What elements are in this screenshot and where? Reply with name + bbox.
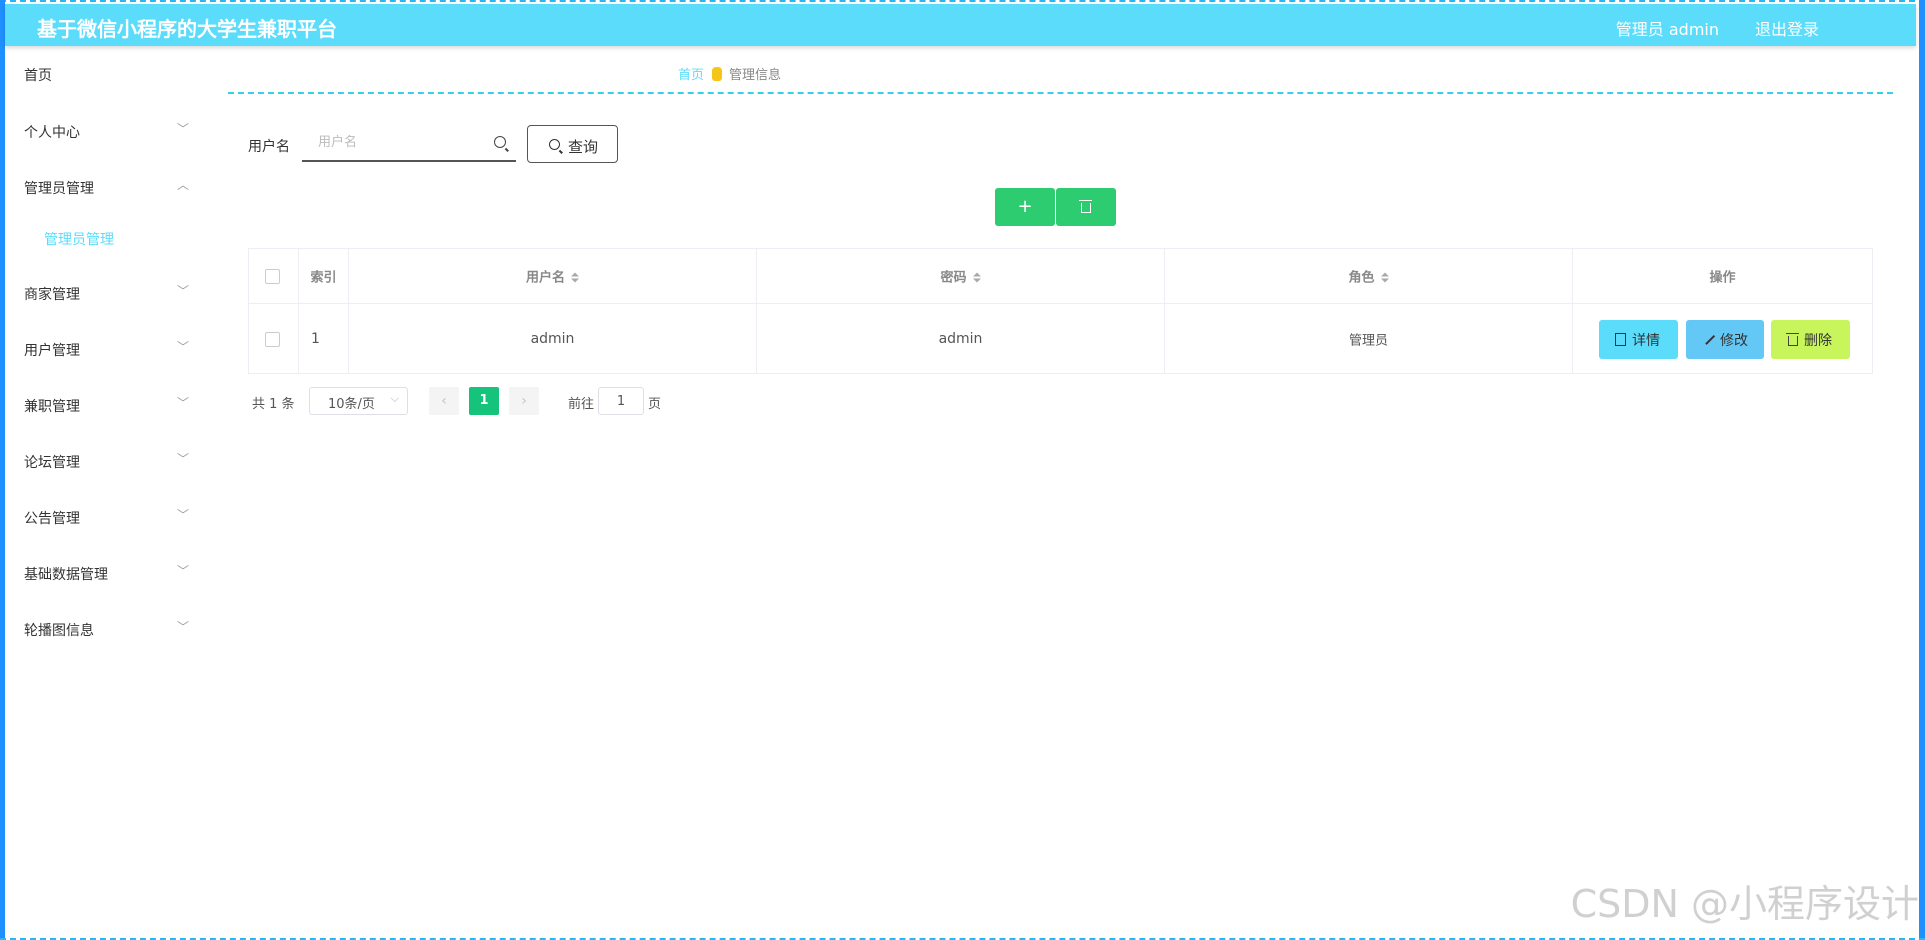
chevron-down-icon: ﹀ [176, 340, 189, 354]
sidebar-item-carousel[interactable]: 轮播图信息 ﹀ [24, 618, 189, 642]
cell-username: admin [349, 304, 757, 374]
sidebar: 首页 个人中心 ﹀ 管理员管理 ︿ 管理员管理 商家管理 ﹀ 用户管理 ﹀ 兼职… [5, 46, 190, 936]
goto-unit: 页 [648, 397, 662, 412]
select-all-checkbox[interactable] [265, 269, 280, 284]
detail-button-label: 详情 [1632, 333, 1660, 349]
goto-page-input[interactable] [598, 387, 644, 415]
breadcrumb-divider [228, 92, 1893, 94]
next-page-button[interactable]: › [509, 387, 539, 415]
sort-icon[interactable] [571, 272, 579, 283]
sidebar-item-basedata[interactable]: 基础数据管理 ﹀ [24, 562, 189, 586]
cell-index: 1 [299, 304, 349, 374]
detail-button[interactable]: 详情 [1599, 320, 1678, 359]
column-header-label: 角色 [1348, 270, 1375, 286]
frame-bottom-border [0, 936, 1925, 940]
sidebar-item-label: 公告管理 [24, 511, 80, 527]
sidebar-item-forum[interactable]: 论坛管理 ﹀ [24, 450, 189, 474]
column-header-username[interactable]: 用户名 [349, 249, 757, 304]
sidebar-item-label: 个人中心 [24, 125, 80, 141]
sidebar-item-label: 论坛管理 [24, 455, 80, 471]
search-icon [494, 136, 506, 148]
sidebar-item-admin[interactable]: 管理员管理 ︿ [24, 176, 189, 200]
top-header: 基于微信小程序的大学生兼职平台 管理员 admin 退出登录 [5, 4, 1916, 46]
chevron-up-icon: ︿ [176, 178, 189, 192]
pencil-icon [1705, 334, 1715, 345]
search-input[interactable] [316, 134, 480, 151]
sidebar-subitem-admin-manage[interactable]: 管理员管理 [44, 229, 114, 249]
sidebar-item-label: 首页 [24, 68, 52, 84]
chevron-down-icon: ⌵ [390, 392, 399, 405]
logout-link[interactable]: 退出登录 [1755, 16, 1819, 40]
column-header-role[interactable]: 角色 [1165, 249, 1573, 304]
chevron-down-icon: ﹀ [176, 452, 189, 466]
sidebar-item-label: 兼职管理 [24, 399, 80, 415]
row-select-cell [249, 304, 299, 374]
batch-delete-button[interactable] [1056, 188, 1116, 226]
delete-button-label: 删除 [1804, 333, 1832, 349]
sidebar-item-parttime[interactable]: 兼职管理 ﹀ [24, 394, 189, 418]
breadcrumb-home[interactable]: 首页 [678, 68, 704, 83]
sort-icon[interactable] [1380, 272, 1389, 283]
chevron-down-icon: ﹀ [176, 122, 189, 136]
data-table: 索引 用户名 密码 角色 操作 1 admin admin 管理员 详情 修改 [248, 248, 1873, 374]
edit-button[interactable]: 修改 [1686, 320, 1764, 359]
trash-icon [1079, 200, 1092, 213]
sidebar-item-label: 轮播图信息 [24, 623, 94, 639]
sidebar-item-personal[interactable]: 个人中心 ﹀ [24, 120, 189, 144]
current-page-button[interactable]: 1 [469, 387, 499, 415]
search-field[interactable] [302, 126, 516, 162]
header-select-cell [249, 249, 299, 304]
query-button-label: 查询 [568, 138, 599, 156]
document-icon [1615, 333, 1626, 346]
edit-button-label: 修改 [1720, 333, 1748, 349]
delete-button[interactable]: 删除 [1771, 320, 1850, 359]
cell-actions: 详情 修改 删除 [1573, 304, 1872, 374]
search-icon [549, 139, 560, 150]
frame-right-border [1919, 0, 1925, 940]
column-header-actions: 操作 [1573, 249, 1872, 304]
column-header-label: 密码 [940, 270, 967, 286]
app-title: 基于微信小程序的大学生兼职平台 [37, 17, 337, 41]
sort-icon[interactable] [972, 272, 981, 283]
sidebar-item-user[interactable]: 用户管理 ﹀ [24, 338, 189, 362]
trash-icon [1786, 333, 1799, 346]
prev-page-button[interactable]: ‹ [429, 387, 459, 415]
watermark: CSDN @小程序设计 [1570, 882, 1919, 926]
sidebar-item-label: 商家管理 [24, 287, 80, 303]
chevron-down-icon: ﹀ [176, 620, 189, 634]
column-header-password[interactable]: 密码 [757, 249, 1165, 304]
sidebar-item-label: 基础数据管理 [24, 567, 108, 583]
cell-password: admin [757, 304, 1165, 374]
chevron-down-icon: ﹀ [176, 564, 189, 578]
page-size-value: 10条/页 [328, 397, 375, 412]
column-header-label: 用户名 [525, 270, 565, 286]
sidebar-item-label: 管理员管理 [24, 181, 94, 197]
sidebar-item-home[interactable]: 首页 [24, 63, 189, 87]
goto-label: 前往 [568, 397, 595, 412]
chevron-down-icon: ﹀ [176, 396, 189, 410]
pagination-total: 共 1 条 [252, 397, 295, 412]
breadcrumb: 首页 管理信息 [678, 64, 781, 83]
sidebar-item-notice[interactable]: 公告管理 ﹀ [24, 506, 189, 530]
add-button[interactable]: + [995, 188, 1055, 226]
query-button[interactable]: 查询 [527, 125, 618, 163]
row-checkbox[interactable] [265, 332, 280, 347]
chevron-down-icon: ﹀ [176, 508, 189, 522]
column-header-index: 索引 [299, 249, 349, 304]
cell-role: 管理员 [1165, 304, 1573, 374]
breadcrumb-current: 管理信息 [729, 68, 782, 83]
hand-icon [712, 67, 723, 81]
sidebar-item-merchant[interactable]: 商家管理 ﹀ [24, 282, 189, 306]
page-size-select[interactable]: 10条/页 ⌵ [309, 387, 408, 415]
sidebar-item-label: 用户管理 [24, 343, 80, 359]
chevron-down-icon: ﹀ [176, 284, 189, 298]
search-label: 用户名 [248, 139, 290, 155]
current-user: 管理员 admin [1615, 20, 1719, 39]
